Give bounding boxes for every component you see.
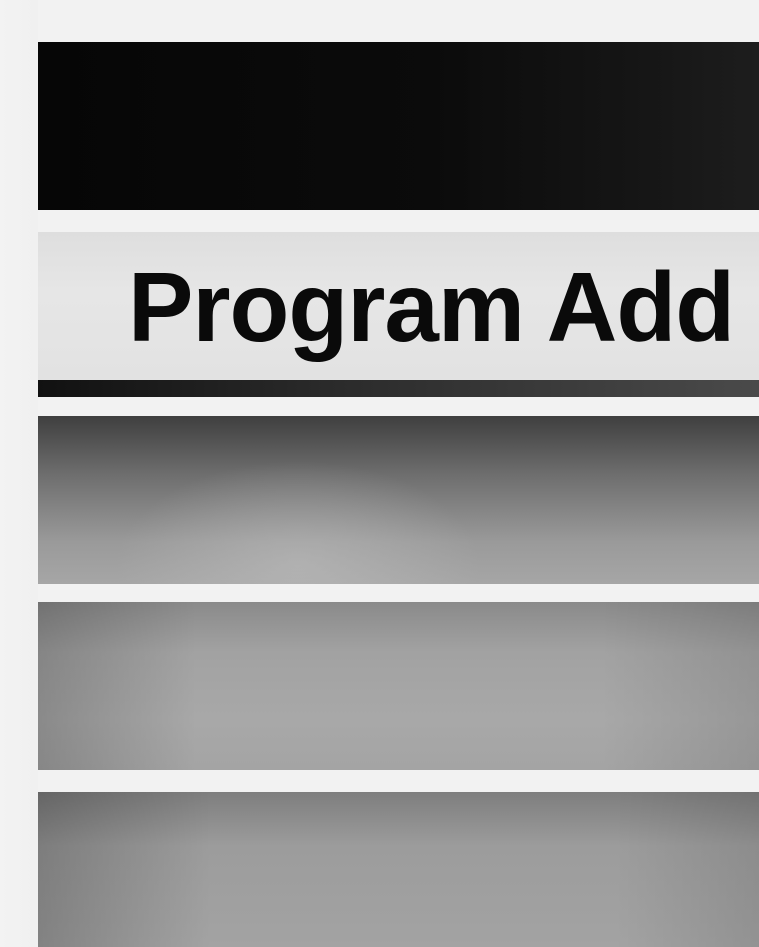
screen-margin bbox=[0, 0, 38, 947]
menu-title: Program Add bbox=[128, 252, 735, 362]
menu-option-2[interactable] bbox=[38, 602, 759, 770]
title-divider bbox=[38, 380, 759, 397]
menu-option-3[interactable] bbox=[38, 792, 759, 947]
menu-option-1[interactable] bbox=[38, 416, 759, 584]
header-bar bbox=[38, 42, 759, 210]
osd-menu-screen: Program Add bbox=[0, 0, 759, 947]
